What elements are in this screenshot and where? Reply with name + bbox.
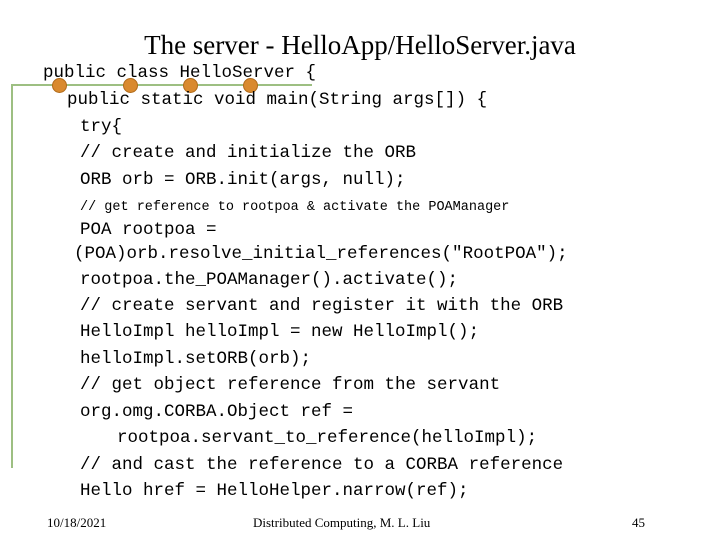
- code-line: rootpoa.the_POAManager().activate();: [80, 270, 459, 290]
- code-line: ORB orb = ORB.init(args, null);: [80, 170, 406, 190]
- code-comment: // create and initialize the ORB: [80, 143, 417, 163]
- code-comment: // get object reference from the servant: [80, 375, 501, 395]
- code-line: public class HelloServer {: [43, 63, 317, 83]
- decorative-vertical-rule: [11, 84, 13, 468]
- code-line: helloImpl.setORB(orb);: [80, 349, 312, 369]
- code-line: try{: [80, 117, 123, 137]
- footer-course: Distributed Computing, M. L. Liu: [253, 515, 431, 530]
- slide-title: The server - HelloApp/HelloServer.java: [144, 30, 576, 60]
- code-line: org.omg.CORBA.Object ref =: [80, 402, 354, 422]
- page-number: 45: [632, 515, 645, 530]
- code-line: rootpoa.servant_to_reference(helloImpl);: [117, 428, 538, 448]
- code-line: POA rootpoa =: [80, 220, 217, 240]
- code-line: HelloImpl helloImpl = new HelloImpl();: [80, 322, 480, 342]
- code-comment: // create servant and register it with t…: [80, 296, 564, 316]
- code-comment: // get reference to rootpoa & activate t…: [80, 200, 510, 215]
- footer-date: 10/18/2021: [47, 515, 107, 530]
- code-comment: // and cast the reference to a CORBA ref…: [80, 455, 564, 475]
- code-line: (POA)orb.resolve_initial_references("Roo…: [74, 244, 568, 264]
- code-line: Hello href = HelloHelper.narrow(ref);: [80, 481, 469, 501]
- code-line: public static void main(String args[]) {: [67, 90, 488, 110]
